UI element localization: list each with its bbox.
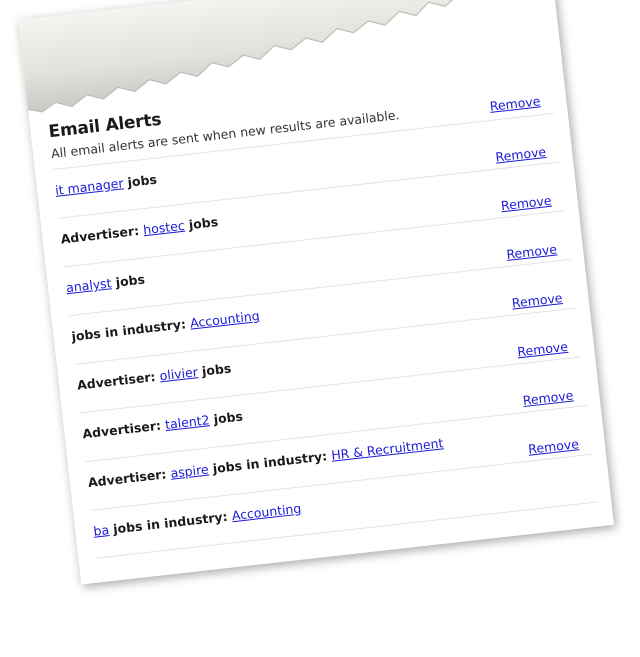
stage: Email Alerts All email alerts are sent w… [0, 0, 640, 657]
alerts-content: Email Alerts All email alerts are sent w… [30, 64, 612, 561]
alert-description: Advertiser: hostec jobs [60, 213, 219, 249]
torn-paper-panel: Email Alerts All email alerts are sent w… [18, 0, 614, 585]
alert-description: ba jobs in industry: Accounting [93, 500, 303, 541]
alert-label: jobs in industry: [207, 447, 333, 477]
alert-label: jobs [122, 171, 158, 191]
alert-keyword-link[interactable]: talent2 [164, 412, 210, 432]
alert-list: Remove it manager jobs Remove Advertiser: h… [35, 93, 611, 560]
alert-keyword-link[interactable]: aspire [170, 462, 210, 481]
alert-description: Advertiser: olivier jobs [76, 359, 232, 394]
alert-keyword-link[interactable]: hostec [142, 218, 185, 238]
alert-keyword-link[interactable]: ba [93, 522, 110, 539]
alert-label: Advertiser: [76, 368, 161, 393]
alert-label: jobs in industry: [70, 315, 191, 344]
alert-keyword-link[interactable]: HR & Recruitment [330, 435, 444, 462]
alert-description: it manager jobs [54, 171, 158, 200]
alert-keyword-link[interactable]: olivier [159, 364, 199, 383]
alert-description: Advertiser: talent2 jobs [82, 407, 244, 443]
alert-label: jobs [196, 360, 232, 380]
alert-label: jobs in industry: [108, 508, 233, 537]
alert-label: jobs [110, 271, 146, 291]
alert-label: Advertiser: [81, 417, 166, 442]
alert-keyword-link[interactable]: Accounting [189, 308, 260, 331]
alert-keyword-link[interactable]: Accounting [231, 501, 302, 524]
alert-keyword-link[interactable]: it manager [54, 175, 124, 198]
alert-label: Advertiser: [59, 222, 145, 247]
alert-keyword-link[interactable]: analyst [65, 275, 112, 295]
alert-description: jobs in industry: Accounting [71, 307, 261, 346]
alert-label: jobs [183, 214, 219, 233]
alert-label: Advertiser: [87, 465, 172, 491]
alert-description: analyst jobs [65, 271, 146, 298]
alert-label: jobs [208, 408, 244, 428]
